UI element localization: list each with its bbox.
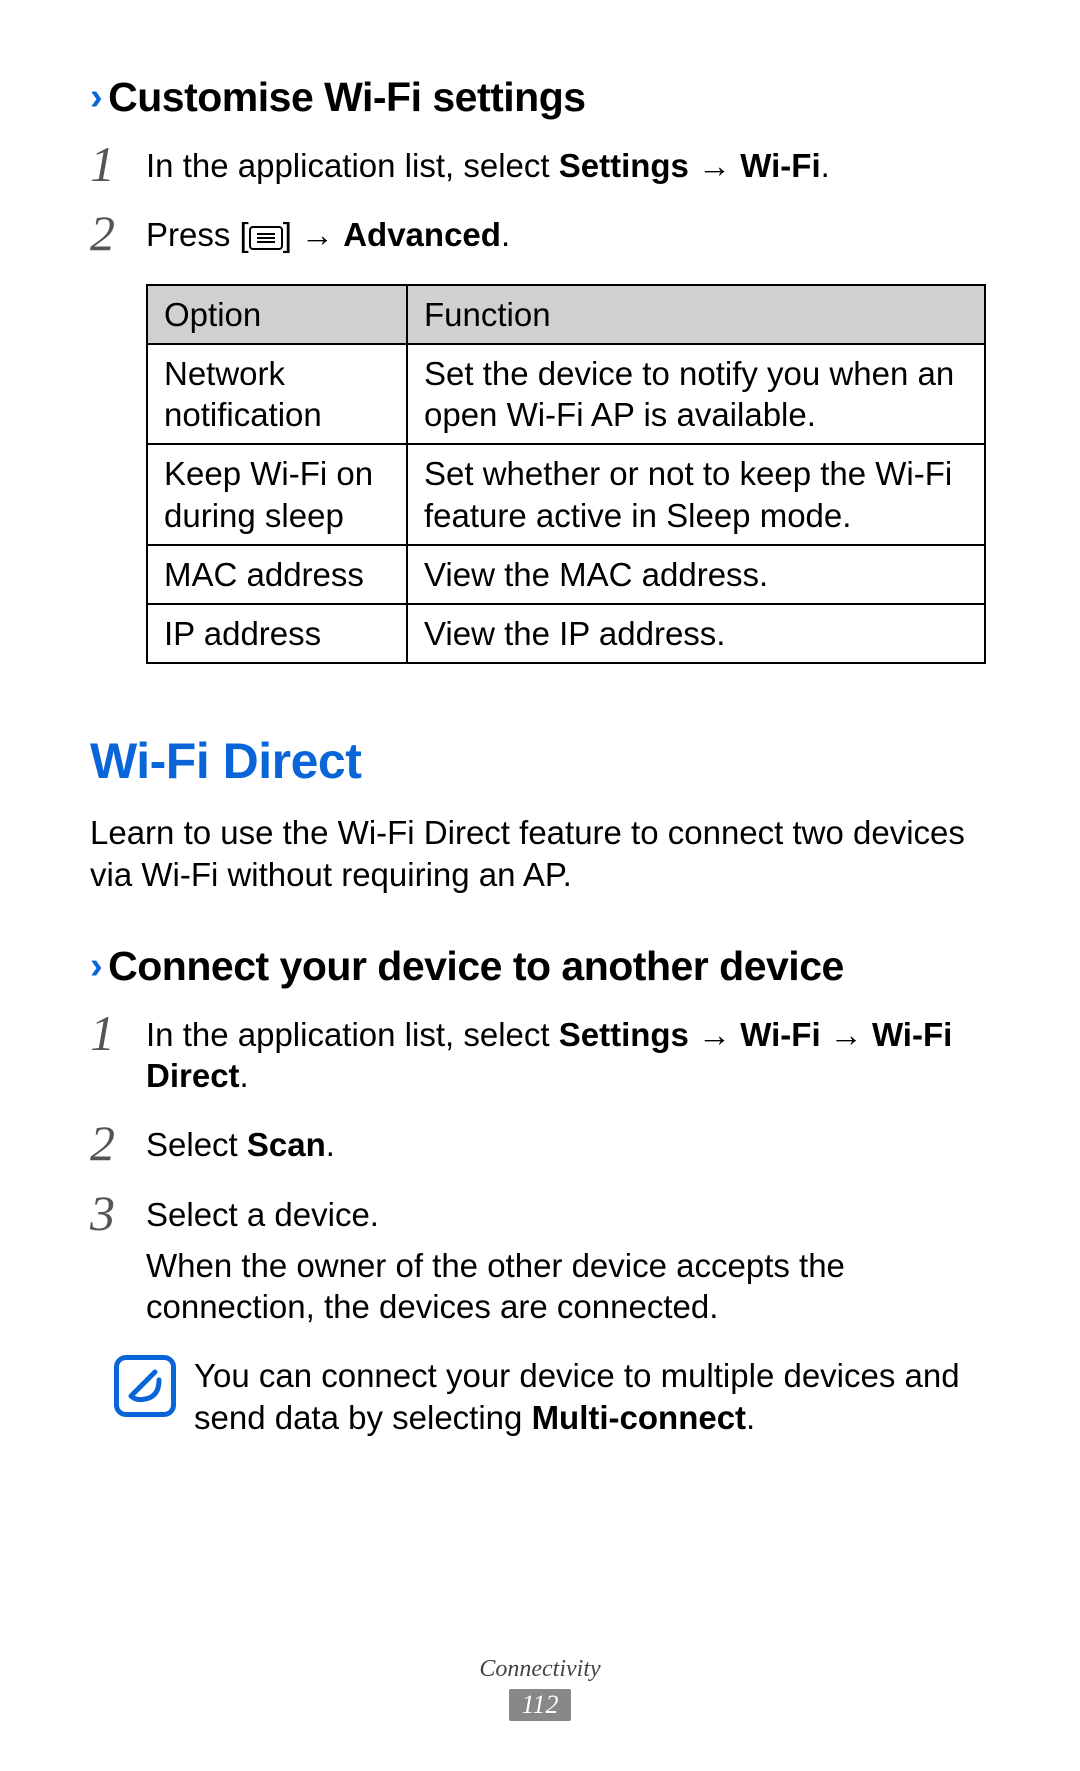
arrow-text: → [689,1016,740,1053]
step-text: Press [ ] → Advanced. [146,214,990,255]
text-fragment: ] → [283,216,344,253]
arrow-text: → [821,1016,872,1053]
heading-wifi-direct: Wi-Fi Direct [90,732,990,790]
cell-function: Set the device to notify you when an ope… [407,344,985,445]
step-text: In the application list, select Settings… [146,1014,990,1097]
table-header-row: Option Function [147,285,985,344]
arrow-text: → [689,147,740,184]
step-followup: When the owner of the other device accep… [146,1245,990,1328]
steps-connect: 1 In the application list, select Settin… [90,1014,990,1328]
note-block: You can connect your device to multiple … [114,1355,990,1438]
text-fragment: Press [ [146,216,249,253]
step-text: Select a device. When the owner of the o… [146,1194,990,1328]
intro-wifi-direct: Learn to use the Wi-Fi Direct feature to… [90,812,990,895]
bold-text: Multi-connect [532,1399,746,1436]
table-row: Keep Wi-Fi on during sleep Set whether o… [147,444,985,545]
cell-option: Network notification [147,344,407,445]
footer-section: Connectivity [90,1656,990,1683]
heading-connect-device: ›Connect your device to another device [90,943,990,990]
text-fragment: . [746,1399,755,1436]
cell-function: View the MAC address. [407,545,985,604]
step-text: In the application list, select Settings… [146,145,990,186]
text-fragment: Select [146,1126,247,1163]
step-number: 3 [90,1182,115,1245]
note-text: You can connect your device to multiple … [194,1355,990,1438]
menu-key-icon [249,216,283,253]
heading-customise-wifi: ›Customise Wi-Fi settings [90,74,990,121]
text-fragment: . [821,147,830,184]
table-row: IP address View the IP address. [147,604,985,663]
heading-text: Connect your device to another device [108,943,844,989]
step-number: 2 [90,1112,115,1175]
chevron-right-icon: › [90,76,102,118]
text-fragment: . [326,1126,335,1163]
step-item: 1 In the application list, select Settin… [90,145,990,186]
text-fragment: . [240,1057,249,1094]
footer-page-number: 112 [509,1689,570,1721]
page-content: ›Customise Wi-Fi settings 1 In the appli… [90,70,990,1656]
text-fragment: . [501,216,510,253]
step-item: 2 Press [] → Advanced. [90,214,990,255]
heading-text: Customise Wi-Fi settings [108,74,585,120]
wifi-options-table: Option Function Network notification Set… [146,284,986,665]
table-row: Network notification Set the device to n… [147,344,985,445]
cell-function: Set whether or not to keep the Wi-Fi fea… [407,444,985,545]
step-number: 1 [90,133,115,196]
bold-text: Wi-Fi [740,147,820,184]
step-number: 2 [90,202,115,265]
table-header-option: Option [147,285,407,344]
bold-text: Scan [247,1126,326,1163]
step-item: 2 Select Scan. [90,1124,990,1165]
step-item: 1 In the application list, select Settin… [90,1014,990,1097]
cell-option: IP address [147,604,407,663]
cell-option: Keep Wi-Fi on during sleep [147,444,407,545]
bold-text: Wi-Fi [740,1016,820,1053]
steps-customise: 1 In the application list, select Settin… [90,145,990,256]
cell-option: MAC address [147,545,407,604]
step-number: 1 [90,1002,115,1065]
page-footer: Connectivity 112 [90,1656,990,1721]
text-fragment: In the application list, select [146,1016,559,1053]
document-page: ›Customise Wi-Fi settings 1 In the appli… [0,0,1080,1771]
step-text: Select Scan. [146,1124,990,1165]
cell-function: View the IP address. [407,604,985,663]
table-header-function: Function [407,285,985,344]
table-row: MAC address View the MAC address. [147,545,985,604]
bold-text: Settings [559,147,689,184]
text-fragment: Select a device. [146,1196,379,1233]
bold-text: Advanced [343,216,501,253]
chevron-right-icon: › [90,945,102,987]
step-item: 3 Select a device. When the owner of the… [90,1194,990,1328]
bold-text: Settings [559,1016,689,1053]
note-icon [114,1355,176,1417]
text-fragment: In the application list, select [146,147,559,184]
